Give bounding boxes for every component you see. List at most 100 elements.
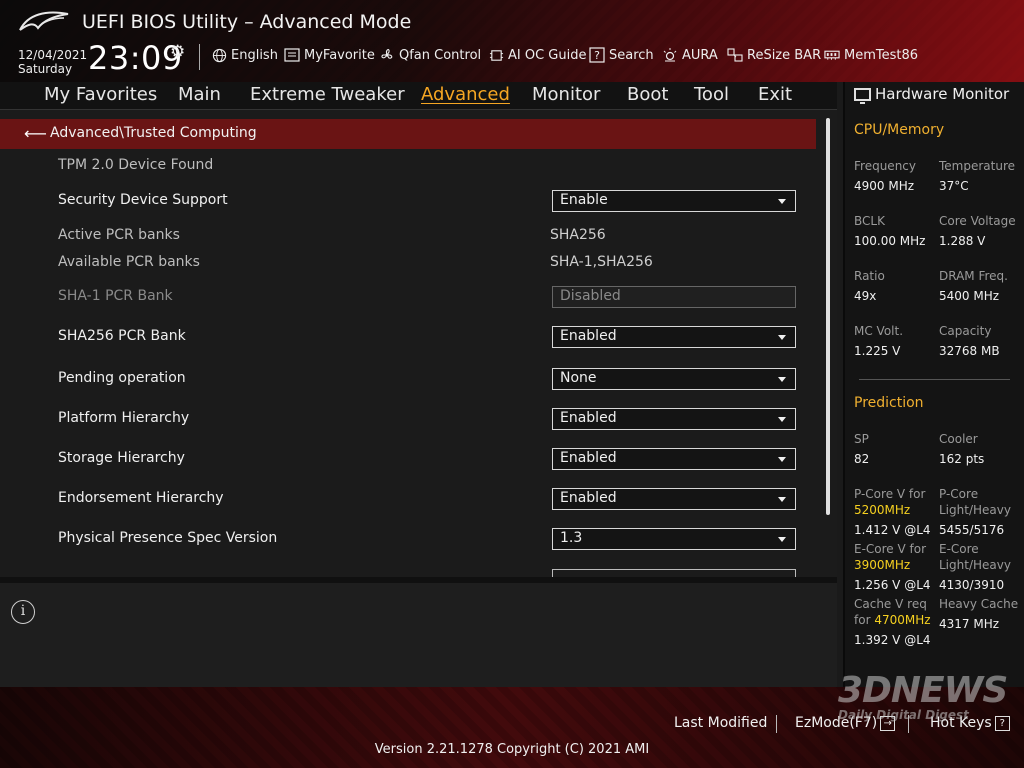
search-button[interactable]: ? Search xyxy=(589,47,654,63)
language-button[interactable]: English xyxy=(211,47,278,63)
heavy-cache-cell: Heavy Cache 4317 MHz xyxy=(939,596,1018,632)
core-voltage-label: Core Voltage xyxy=(939,214,1016,228)
endorsement-hierarchy-value: Enabled xyxy=(560,490,617,506)
sp-label: SP xyxy=(854,432,869,446)
pending-operation-label: Pending operation xyxy=(58,370,186,386)
settings-scrollbar[interactable] xyxy=(826,118,830,515)
ratio-value: 49x xyxy=(854,289,877,303)
pcore-lh-value: 5455/5176 xyxy=(939,523,1005,537)
watermark-logo: 3DNEWS Daily Digital Digest xyxy=(838,673,1008,722)
sp-cell: SP 82 xyxy=(854,431,869,467)
hardware-monitor-title-text: Hardware Monitor xyxy=(875,85,1010,103)
available-pcr-banks-value: SHA-1,SHA256 xyxy=(550,254,653,270)
physical-presence-spec-value: 1.3 xyxy=(560,530,583,546)
aura-button[interactable]: AURA xyxy=(662,47,718,63)
temperature-value: 37°C xyxy=(939,179,969,193)
chip-icon xyxy=(488,47,504,63)
platform-hierarchy-dropdown[interactable]: Enabled xyxy=(552,408,796,430)
breadcrumb-text: Advanced\Trusted Computing xyxy=(50,125,257,141)
active-pcr-banks-label: Active PCR banks xyxy=(58,227,180,243)
last-modified-button[interactable]: Last Modified xyxy=(674,715,767,731)
monitor-icon xyxy=(854,87,871,104)
ai-oc-guide-button[interactable]: AI OC Guide xyxy=(488,47,586,63)
cooler-value: 162 pts xyxy=(939,452,985,466)
info-panel: i xyxy=(0,577,837,693)
ecore-lh-cell: E-Core Light/Heavy 4130/3910 xyxy=(939,541,1011,593)
light-bulb-icon xyxy=(662,47,678,63)
resize-bar-button[interactable]: ReSize BAR xyxy=(727,47,821,63)
endorsement-hierarchy-dropdown[interactable]: Enabled xyxy=(552,488,796,510)
tab-exit[interactable]: Exit xyxy=(758,84,792,105)
info-icon: i xyxy=(11,600,35,624)
tab-extreme-tweaker[interactable]: Extreme Tweaker xyxy=(250,84,405,105)
bclk-cell: BCLK 100.00 MHz xyxy=(854,213,925,249)
available-pcr-banks-label: Available PCR banks xyxy=(58,254,200,270)
pcore-v-cell: P-Core V for 5200MHz 1.412 V @L4 xyxy=(854,486,931,538)
date-display: 12/04/2021 Saturday xyxy=(18,48,87,76)
myfavorite-button[interactable]: MyFavorite xyxy=(284,47,375,63)
cache-v-value: 1.392 V @L4 xyxy=(854,633,931,647)
cache-v-freq: 4700MHz xyxy=(874,613,931,627)
main-menu-bar: My Favorites Main Extreme Tweaker Advanc… xyxy=(0,82,837,110)
resize-bar-label: ReSize BAR xyxy=(747,47,822,63)
tab-boot[interactable]: Boot xyxy=(627,84,668,105)
partial-dropdown[interactable] xyxy=(552,569,796,577)
dram-freq-value: 5400 MHz xyxy=(939,289,1000,303)
storage-hierarchy-value: Enabled xyxy=(560,450,617,466)
pcore-lh-label2: Light/Heavy xyxy=(939,503,1011,517)
pcore-v-label: P-Core V for xyxy=(854,487,926,501)
security-device-support-dropdown[interactable]: Enable xyxy=(552,190,796,212)
help-search-icon: ? xyxy=(589,47,605,63)
tpm-found-text: TPM 2.0 Device Found xyxy=(58,157,214,173)
cache-v-label2: for xyxy=(854,613,871,627)
tab-tool[interactable]: Tool xyxy=(694,84,729,105)
favorite-list-icon xyxy=(284,47,300,63)
ecore-lh-value: 4130/3910 xyxy=(939,578,1005,592)
sha256-pcr-bank-label: SHA256 PCR Bank xyxy=(58,328,186,344)
platform-hierarchy-label: Platform Hierarchy xyxy=(58,410,190,426)
frequency-label: Frequency xyxy=(854,159,916,173)
tab-my-favorites[interactable]: My Favorites xyxy=(44,84,157,105)
security-device-support-label: Security Device Support xyxy=(58,192,228,208)
tab-monitor[interactable]: Monitor xyxy=(532,84,600,105)
chevron-down-icon xyxy=(778,537,786,542)
cache-v-label1: Cache V req xyxy=(854,597,927,611)
fan-icon xyxy=(379,47,395,63)
storage-hierarchy-dropdown[interactable]: Enabled xyxy=(552,448,796,470)
pcore-lh-label1: P-Core xyxy=(939,487,979,501)
pcore-v-freq: 5200MHz xyxy=(854,503,911,517)
heavy-cache-value: 4317 MHz xyxy=(939,617,1000,631)
chevron-down-icon xyxy=(778,497,786,502)
cpu-memory-section-title: CPU/Memory xyxy=(854,122,945,138)
clock-display: 23:09 xyxy=(88,39,183,77)
physical-presence-spec-dropdown[interactable]: 1.3 xyxy=(552,528,796,550)
language-label: English xyxy=(231,47,278,63)
chevron-down-icon xyxy=(778,377,786,382)
hw-divider xyxy=(859,379,1010,380)
sha256-pcr-bank-dropdown[interactable]: Enabled xyxy=(552,326,796,348)
memtest86-button[interactable]: MemTest86 xyxy=(824,47,918,63)
tab-main[interactable]: Main xyxy=(178,84,221,105)
gear-icon[interactable]: ⚙ xyxy=(170,42,185,62)
back-arrow-icon[interactable]: ⟵ xyxy=(24,124,47,143)
tab-advanced[interactable]: Advanced xyxy=(421,84,510,105)
ecore-v-value: 1.256 V @L4 xyxy=(854,578,931,592)
storage-hierarchy-label: Storage Hierarchy xyxy=(58,450,185,466)
core-voltage-cell: Core Voltage 1.288 V xyxy=(939,213,1016,249)
toolbar-divider xyxy=(199,44,200,70)
bclk-label: BCLK xyxy=(854,214,885,228)
aura-label: AURA xyxy=(682,47,718,63)
dram-freq-cell: DRAM Freq. 5400 MHz xyxy=(939,268,1008,304)
chevron-down-icon xyxy=(778,417,786,422)
pending-operation-dropdown[interactable]: None xyxy=(552,368,796,390)
pending-operation-value: None xyxy=(560,370,597,386)
footer-divider xyxy=(776,715,777,733)
last-modified-label: Last Modified xyxy=(674,715,768,731)
chevron-down-icon xyxy=(778,457,786,462)
qfan-control-button[interactable]: Qfan Control xyxy=(379,47,481,63)
globe-icon xyxy=(211,47,227,63)
cooler-cell: Cooler 162 pts xyxy=(939,431,984,467)
breadcrumb: ⟵ Advanced\Trusted Computing xyxy=(0,119,816,149)
mc-volt-cell: MC Volt. 1.225 V xyxy=(854,323,903,359)
pcore-v-value: 1.412 V @L4 xyxy=(854,523,931,537)
